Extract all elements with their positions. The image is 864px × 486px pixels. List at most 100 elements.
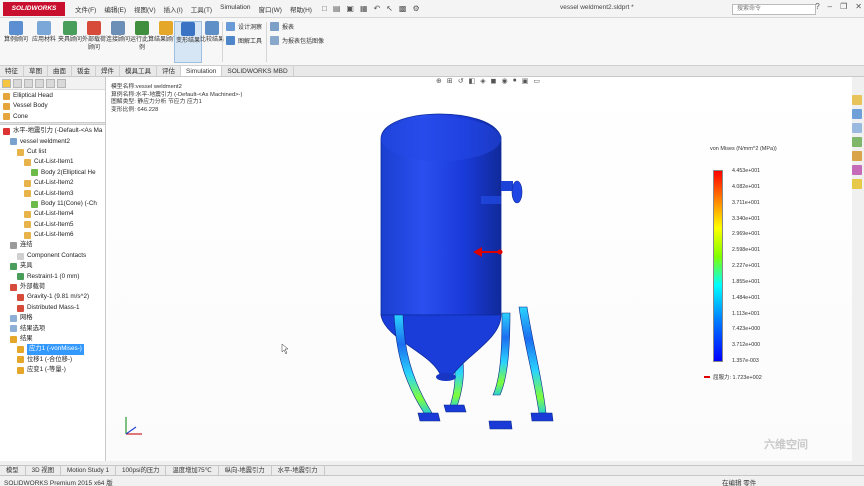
restore-icon[interactable]: ❐: [840, 2, 847, 11]
ribbon-small-button[interactable]: 报表: [270, 22, 294, 31]
tree-item[interactable]: Body 11(Cone) (-Ch: [0, 199, 105, 209]
tree-item[interactable]: Elliptical Head: [0, 91, 105, 101]
study-tab[interactable]: 模型: [0, 466, 26, 475]
command-tab[interactable]: 模具工具: [120, 66, 157, 76]
tree-item[interactable]: 应变1 (-等量-): [0, 365, 105, 375]
command-tab[interactable]: SOLIDWORKS MBD: [222, 66, 294, 76]
appearances-icon[interactable]: [852, 151, 862, 161]
select-icon[interactable]: ↖: [386, 4, 393, 13]
custom-properties-icon[interactable]: [852, 165, 862, 175]
dimxpert-tab-icon[interactable]: [35, 79, 44, 88]
tree-item[interactable]: 应力1 (-vonMises-): [0, 344, 105, 355]
command-tab[interactable]: 评估: [157, 66, 181, 76]
tree-item[interactable]: Body 2(Elliptical He: [0, 168, 105, 178]
search-commands-input[interactable]: 搜索命令: [732, 4, 816, 15]
options-gear-icon[interactable]: ⚙: [412, 4, 419, 13]
menu-item[interactable]: 窗口(W): [254, 4, 285, 14]
vessel-stress-model[interactable]: [106, 77, 852, 461]
tree-item[interactable]: Cut-List-Item3: [0, 189, 105, 199]
configuration-manager-tab-icon[interactable]: [24, 79, 33, 88]
rebuild-icon[interactable]: ▩: [399, 4, 407, 13]
command-tab[interactable]: 草图: [24, 66, 48, 76]
ribbon-button-icon: [181, 22, 195, 36]
study-tab[interactable]: 温度增加75℃: [166, 466, 219, 475]
study-tab[interactable]: 水平-地震引力: [272, 466, 325, 475]
tree-item[interactable]: Cut-List-Item1: [0, 157, 105, 167]
tree-item-label: 水平-地震引力 (-Default-<As Ma: [13, 127, 103, 135]
property-manager-tab-icon[interactable]: [13, 79, 22, 88]
ribbon-small-button[interactable]: 为报表包括图像: [270, 36, 324, 45]
tree-item[interactable]: Cone: [0, 112, 105, 122]
tree-node-icon: [31, 169, 38, 177]
tree-item-label: 网格: [20, 314, 33, 322]
command-tab[interactable]: Simulation: [181, 66, 223, 76]
tree-item[interactable]: Cut list: [0, 147, 105, 157]
graphics-area[interactable]: 模型名称:vessel weldment2 算例名称:水平-地震引力 (-Def…: [106, 77, 852, 461]
new-document-icon[interactable]: □: [322, 4, 327, 13]
tree-item[interactable]: Gravity-1 (9.81 m/s^2): [0, 292, 105, 302]
tree-item[interactable]: 网格: [0, 313, 105, 323]
close-icon[interactable]: ✕: [855, 2, 862, 11]
command-tab[interactable]: 钣金: [72, 66, 96, 76]
file-explorer-icon[interactable]: [852, 123, 862, 133]
help-icon[interactable]: ?: [815, 2, 819, 11]
tree-item-label: Cone: [13, 112, 29, 120]
tree-item-label: Body 11(Cone) (-Ch: [41, 199, 97, 207]
menu-item[interactable]: Simulation: [216, 4, 254, 14]
study-tab[interactable]: 纵向-地震引力: [219, 466, 272, 475]
simulation-tab-icon[interactable]: [57, 79, 66, 88]
undo-icon[interactable]: ↶: [374, 4, 381, 13]
design-library-icon[interactable]: [852, 109, 862, 119]
view-palette-icon[interactable]: [852, 137, 862, 147]
tree-item[interactable]: 结果: [0, 334, 105, 344]
document-title: vessel weldment2.sldprt *: [560, 4, 634, 11]
study-tab[interactable]: 3D 视图: [26, 466, 61, 475]
tree-item[interactable]: Restraint-1 (0 mm): [0, 272, 105, 282]
menu-item[interactable]: 视图(V): [130, 4, 160, 14]
print-icon[interactable]: ▦: [360, 4, 368, 13]
minimize-icon[interactable]: –: [828, 2, 832, 11]
menu-item[interactable]: 工具(T): [187, 4, 216, 14]
command-tab[interactable]: 曲面: [48, 66, 72, 76]
ribbon-button[interactable]: 应用材料: [30, 21, 58, 45]
menu-item[interactable]: 文件(F): [71, 4, 100, 14]
tree-item-label: 应变1 (-等量-): [27, 366, 66, 374]
tree-item[interactable]: 外部载荷: [0, 282, 105, 292]
tree-item[interactable]: Cut-List-Item4: [0, 209, 105, 219]
ribbon-small-button[interactable]: 图解工具: [226, 36, 262, 45]
tree-item[interactable]: Cut-List-Item5: [0, 220, 105, 230]
tree-item-label: Gravity-1 (9.81 m/s^2): [27, 293, 90, 301]
tree-item-label: Cut list: [27, 147, 47, 155]
solidworks-forum-icon[interactable]: [852, 179, 862, 189]
tree-item[interactable]: Cut-List-Item2: [0, 178, 105, 188]
feature-manager-tab-icon[interactable]: [2, 79, 11, 88]
menu-item[interactable]: 编辑(E): [100, 4, 130, 14]
tree-item[interactable]: Distributed Mass-1: [0, 303, 105, 313]
study-tab[interactable]: Motion Study 1: [61, 466, 117, 475]
tree-node-icon: [17, 252, 24, 260]
tree-item[interactable]: Component Contacts: [0, 251, 105, 261]
tree-item[interactable]: vessel weldment2: [0, 137, 105, 147]
tree-item[interactable]: Cut-List-Item6: [0, 230, 105, 240]
tree-item[interactable]: 水平-地震引力 (-Default-<As Ma: [0, 126, 105, 136]
save-icon[interactable]: ▣: [346, 4, 354, 13]
display-manager-tab-icon[interactable]: [46, 79, 55, 88]
tree-item[interactable]: 连结: [0, 240, 105, 250]
ribbon-small-button[interactable]: 设计洞察: [226, 22, 262, 31]
open-folder-icon[interactable]: ▤: [333, 4, 341, 13]
solidworks-logo[interactable]: SOLIDWORKS: [3, 1, 65, 16]
tree-node-icon: [10, 242, 17, 250]
study-tab[interactable]: 100psi的压力: [116, 466, 167, 475]
menu-item[interactable]: 插入(I): [160, 4, 187, 14]
ribbon-small-label: 图解工具: [238, 39, 263, 45]
ribbon-button[interactable]: 算例顾问: [2, 21, 30, 45]
command-tab[interactable]: 特征: [0, 66, 24, 76]
menu-item[interactable]: 帮助(H): [286, 4, 316, 14]
resources-icon[interactable]: [852, 95, 862, 105]
tree-item[interactable]: 结果选项: [0, 324, 105, 334]
mouse-cursor-icon: [281, 343, 289, 355]
tree-item[interactable]: Vessel Body: [0, 101, 105, 111]
tree-item[interactable]: 位移1 (-合位移-): [0, 355, 105, 365]
tree-item[interactable]: 夹具: [0, 261, 105, 271]
command-tab[interactable]: 焊件: [96, 66, 120, 76]
